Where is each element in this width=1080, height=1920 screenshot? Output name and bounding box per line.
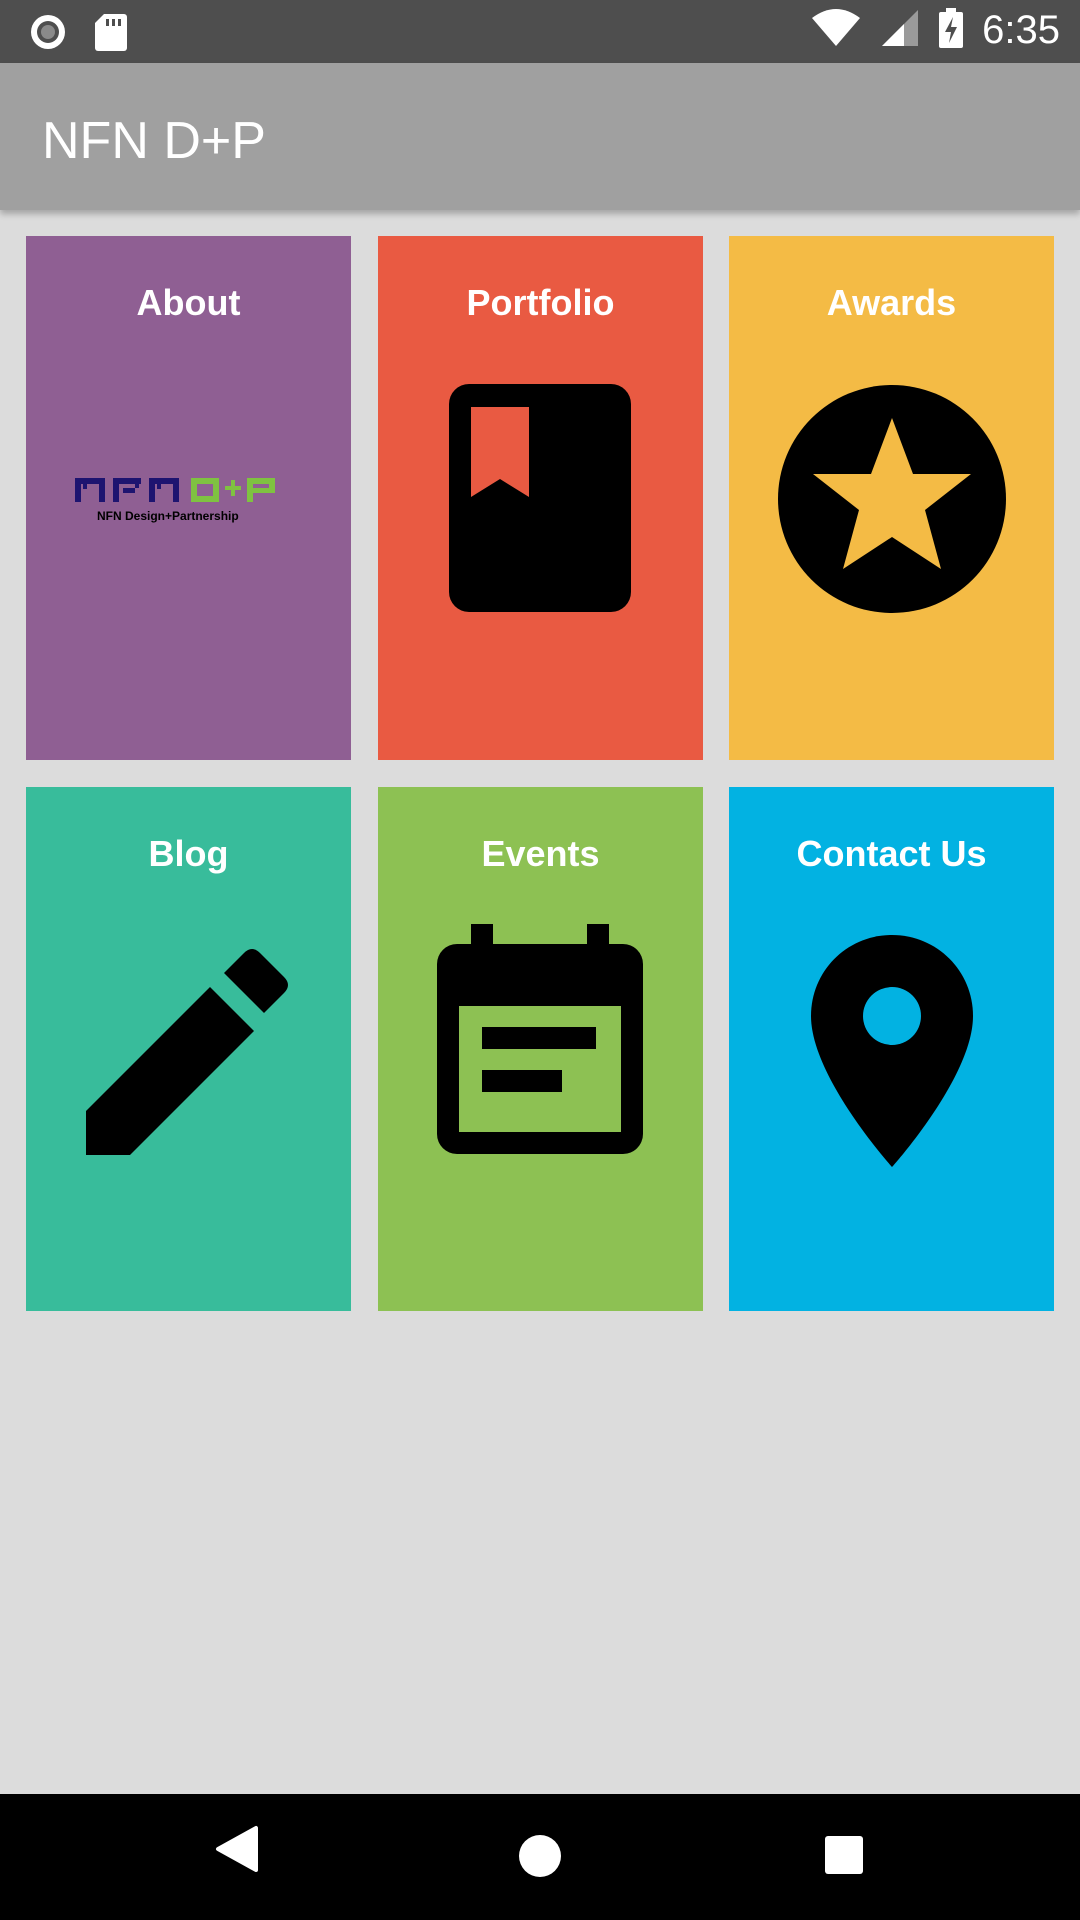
recents-icon[interactable]: [824, 1835, 864, 1880]
tile-awards-label: Awards: [826, 282, 957, 323]
status-time: 6:35: [982, 8, 1060, 52]
tile-awards[interactable]: Awards: [729, 236, 1054, 760]
back-icon[interactable]: [214, 1824, 258, 1879]
app-title: NFN D+P: [42, 112, 266, 170]
sd-card-icon: [94, 12, 128, 57]
star-circle-icon: [777, 384, 1007, 619]
signal-icon: [880, 8, 920, 53]
tile-portfolio[interactable]: Portfolio: [378, 236, 703, 760]
tile-portfolio-label: Portfolio: [466, 282, 615, 323]
location-pin-icon: [811, 935, 973, 1172]
tile-events-label: Events: [481, 833, 600, 874]
tile-about[interactable]: About NFN Design+Partnership: [26, 236, 351, 760]
book-icon: [449, 384, 631, 617]
nav-bar: [0, 1794, 1080, 1920]
tile-events[interactable]: Events: [378, 787, 703, 1311]
status-bar: 6:35: [0, 0, 1080, 63]
record-icon: [28, 12, 68, 57]
tile-blog-label: Blog: [148, 833, 229, 874]
nfn-logo: NFN Design+Partnership: [73, 476, 305, 537]
pencil-icon: [86, 945, 292, 1160]
wifi-icon: [810, 8, 862, 53]
svg-text:NFN Design+Partnership: NFN Design+Partnership: [97, 509, 239, 523]
battery-charging-icon: [938, 8, 964, 53]
tile-about-label: About: [136, 282, 241, 323]
app-bar: NFN D+P: [0, 63, 1080, 210]
home-icon[interactable]: [518, 1834, 562, 1883]
tile-contact-us-label: Contact Us: [796, 833, 987, 874]
calendar-icon: [437, 924, 643, 1159]
tile-blog[interactable]: Blog: [26, 787, 351, 1311]
tile-contact-us[interactable]: Contact Us: [729, 787, 1054, 1311]
